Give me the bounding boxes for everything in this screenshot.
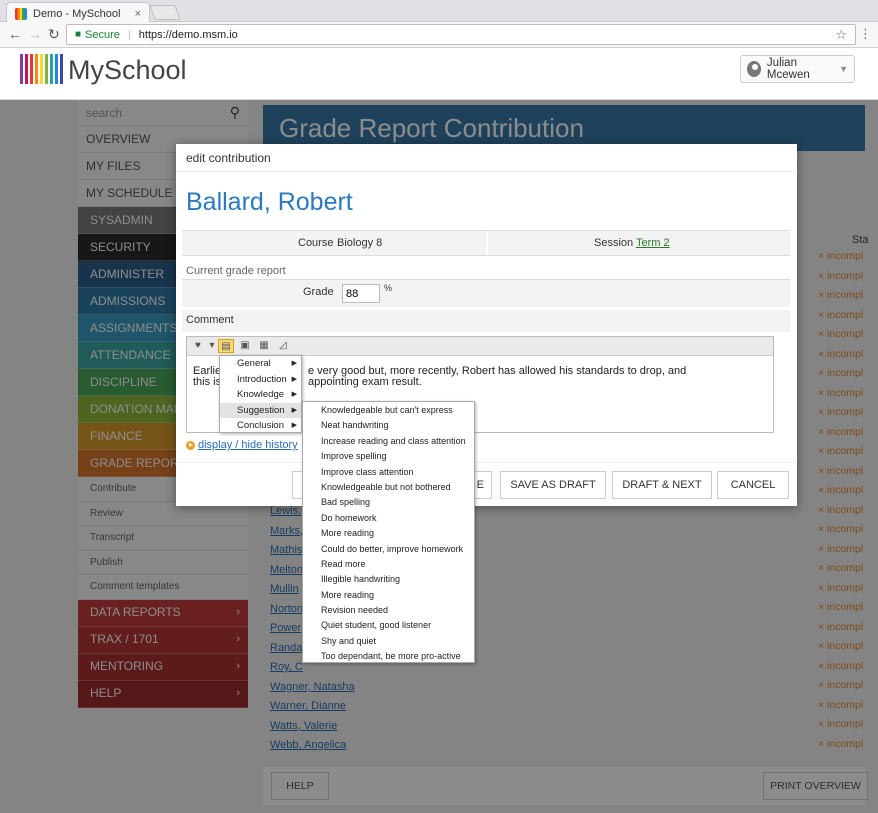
user-icon xyxy=(747,61,761,77)
suggestion-item[interactable]: Improve class attention xyxy=(303,465,474,480)
menu-item-label: Suggestion xyxy=(237,404,285,416)
reload-icon[interactable]: ↻ xyxy=(48,26,60,43)
suggestion-item[interactable]: Could do better, improve homework xyxy=(303,542,474,557)
back-icon[interactable]: ← xyxy=(8,26,22,42)
percent-sign: % xyxy=(384,283,393,293)
grade-input[interactable] xyxy=(342,284,380,303)
course-cell: Course Biology 8 xyxy=(182,231,486,255)
url-text: https://demo.msm.io xyxy=(138,28,238,41)
menu-item-label: Introduction xyxy=(237,373,287,385)
menu-item-label: Knowledge xyxy=(237,389,285,400)
grade-label: Grade xyxy=(303,286,334,298)
address-bar: ← → ↻ ■ Secure | https://demo.msm.io ☆ ⋮ xyxy=(0,22,878,48)
suggestion-item[interactable]: Read more xyxy=(303,557,474,572)
user-menu-button[interactable]: Julian Mcewen ▼ xyxy=(740,55,855,83)
session-cell: Session Term 2 xyxy=(488,231,790,255)
session-link[interactable]: Term 2 xyxy=(636,237,670,249)
comment-line2-start: this is xyxy=(193,376,222,388)
submenu-arrow-icon: ▶ xyxy=(291,375,297,383)
dialog-footer: E SAVE AS DRAFT DRAFT & NEXT CANCEL xyxy=(176,462,797,506)
suggestion-item[interactable]: Increase reading and class attention xyxy=(303,434,474,449)
history-toggle[interactable]: display / hide history xyxy=(186,439,298,451)
suggestion-item[interactable]: Quiet student, good listener xyxy=(303,618,474,633)
suggestion-item[interactable]: Knowledgeable but can't express xyxy=(303,403,474,418)
session-label: Session xyxy=(594,237,634,249)
lock-icon: ■ xyxy=(75,29,82,40)
paste-word-icon[interactable]: ▦ xyxy=(256,339,272,353)
dropdown-arrow-icon[interactable]: ▾ xyxy=(209,339,215,353)
secure-label: Secure xyxy=(85,28,120,41)
menu-item-label: General xyxy=(237,358,271,369)
template-category-menu: General ▶ Introduction ▶ Knowledge ▶ Suggestio… xyxy=(219,355,302,433)
suggestion-item[interactable]: Bad spelling xyxy=(303,495,474,510)
suggestion-item[interactable]: Knowledgeable but not bothered xyxy=(303,480,474,495)
spellcheck-icon[interactable]: ♥ xyxy=(190,339,206,353)
user-name: Julian Mcewen xyxy=(766,57,810,81)
comment-label: Comment xyxy=(182,310,790,332)
browser-menu-icon[interactable]: ⋮ xyxy=(859,26,872,42)
dialog-title: edit contribution xyxy=(176,144,797,172)
save-as-draft-button[interactable]: SAVE AS DRAFT xyxy=(500,471,606,499)
display-hide-history-link[interactable]: display / hide history xyxy=(198,439,298,451)
tab-title: Demo - MySchool xyxy=(33,8,121,20)
submenu-arrow-icon: ▶ xyxy=(291,360,297,367)
comment-line2-end: appointing exam result. xyxy=(308,376,422,388)
menu-item-label: Conclusion xyxy=(237,420,284,431)
menu-item-general[interactable]: General ▶ xyxy=(220,356,301,372)
logo-text: MySchool xyxy=(68,55,187,85)
edit-contribution-dialog: edit contribution Ballard, Robert Course… xyxy=(176,144,797,506)
submenu-arrow-icon: ▶ xyxy=(291,422,297,429)
bookmark-star-icon[interactable]: ☆ xyxy=(835,27,847,43)
course-session-row: Course Biology 8 Session Term 2 xyxy=(182,230,790,256)
forward-icon[interactable]: → xyxy=(28,26,42,42)
suggestion-item[interactable]: Do homework xyxy=(303,511,474,526)
suggestion-item[interactable]: Shy and quiet xyxy=(303,634,474,649)
favicon-icon xyxy=(15,8,27,20)
logo-icon xyxy=(20,54,63,84)
student-name: Ballard, Robert xyxy=(186,188,353,216)
editor-toolbar: ♥ ▾ ▤ ▣ ▦ ◿ xyxy=(187,337,773,356)
course-value: Biology 8 xyxy=(337,237,383,249)
close-tab-icon[interactable]: × xyxy=(135,8,141,20)
new-tab-button[interactable] xyxy=(149,5,181,20)
browser-tab-bar: Demo - MySchool × xyxy=(0,0,878,22)
eraser-icon[interactable]: ◿ xyxy=(275,339,291,353)
suggestion-item[interactable]: Neat handwriting xyxy=(303,418,474,433)
play-bullet-icon xyxy=(186,440,195,450)
menu-item-conclusion[interactable]: Conclusion ▶ xyxy=(220,418,301,434)
cancel-button[interactable]: CANCEL xyxy=(717,471,789,499)
paste-icon[interactable]: ▣ xyxy=(237,339,253,353)
submenu-arrow-icon: ▶ xyxy=(291,391,297,398)
suggestion-item[interactable]: Too dependant, be more pro-active xyxy=(303,649,474,664)
suggestion-item[interactable]: Improve spelling xyxy=(303,449,474,464)
suggestion-item[interactable]: Illegible handwriting xyxy=(303,572,474,587)
menu-item-suggestion[interactable]: Suggestion ▶ xyxy=(220,402,301,418)
templates-icon[interactable]: ▤ xyxy=(218,339,234,353)
browser-tab[interactable]: Demo - MySchool × xyxy=(6,2,150,22)
suggestion-item[interactable]: Revision needed xyxy=(303,603,474,618)
suggestion-item[interactable]: More reading xyxy=(303,588,474,603)
course-label: Course xyxy=(298,237,334,249)
submenu-arrow-icon: ▶ xyxy=(291,406,297,414)
url-input[interactable]: ■ Secure | https://demo.msm.io ☆ xyxy=(66,24,856,45)
app-header: MySchool Julian Mcewen ▼ xyxy=(0,48,878,100)
grade-row: Grade % xyxy=(182,279,790,307)
caret-down-icon: ▼ xyxy=(839,64,848,74)
suggestion-item[interactable]: More reading xyxy=(303,526,474,541)
suggestion-submenu: Knowledgeable but can't express Neat hand… xyxy=(302,401,475,663)
menu-item-introduction[interactable]: Introduction ▶ xyxy=(220,372,301,388)
draft-and-next-button[interactable]: DRAFT & NEXT xyxy=(612,471,712,499)
current-grade-report-heading: Current grade report xyxy=(186,265,286,277)
url-separator: | xyxy=(127,28,131,41)
menu-item-knowledge[interactable]: Knowledge ▶ xyxy=(220,387,301,403)
